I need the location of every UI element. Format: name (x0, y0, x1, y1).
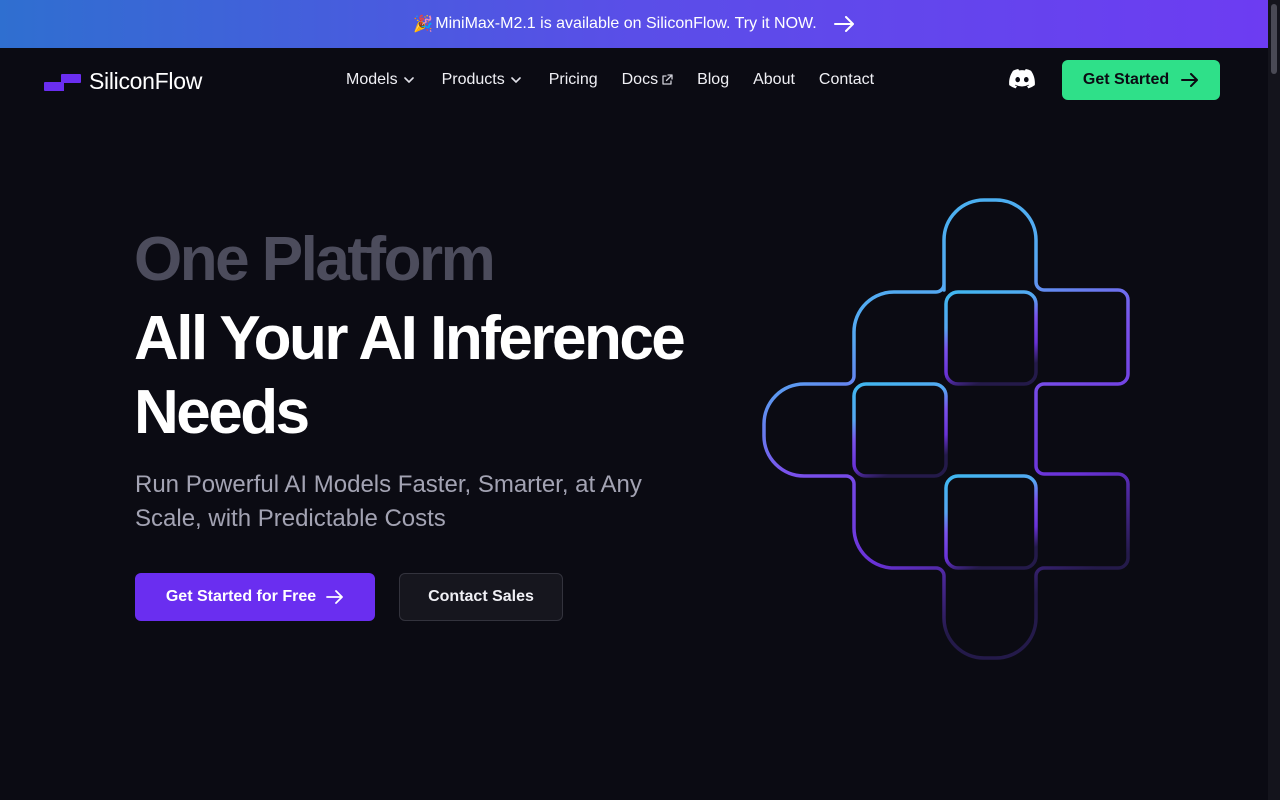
nav-item-docs[interactable]: Docs (622, 71, 673, 89)
grid-cell (852, 382, 948, 478)
main-menu: Models Products Pricing Docs Blog About … (346, 68, 874, 92)
nav-item-blog[interactable]: Blog (697, 71, 729, 89)
nav-item-contact[interactable]: Contact (819, 71, 874, 89)
nav-item-label: Docs (621, 71, 659, 88)
page-scrollbar[interactable] (1268, 0, 1280, 800)
grid-cell (944, 290, 1038, 386)
hero-subtitle: Run Powerful AI Models Faster, Smarter, … (135, 471, 642, 532)
chevron-down-icon (403, 77, 414, 83)
get-started-label: Get Started (1082, 71, 1170, 88)
arrow-right-icon (326, 590, 344, 604)
scrollbar-thumb[interactable] (1271, 4, 1277, 74)
get-started-free-label: Get Started for Free (165, 588, 317, 605)
hero-heading: All Your AI Inference Needs (134, 304, 686, 447)
contact-sales-button[interactable]: Contact Sales (399, 573, 563, 621)
nav-item-models[interactable]: Models (346, 71, 414, 89)
nav-item-about[interactable]: About (753, 71, 795, 89)
nav-item-label: Contact (818, 71, 875, 88)
nav-item-label: About (753, 71, 795, 88)
brand-logo[interactable]: SiliconFlow (44, 68, 202, 95)
nav-item-label: Blog (697, 71, 730, 88)
get-started-free-button[interactable]: Get Started for Free (135, 573, 375, 621)
announcement-text: MiniMax-M2.1 is available on SiliconFlow… (435, 15, 817, 32)
nav-item-label: Pricing (548, 71, 598, 88)
hero-heading-muted: One Platform (134, 225, 496, 294)
party-popper-icon: 🎉 (413, 16, 434, 33)
hero-grid-graphic (762, 198, 1130, 660)
nav-item-pricing[interactable]: Pricing (549, 71, 598, 89)
grid-cell (944, 474, 1038, 570)
discord-icon[interactable] (1009, 68, 1035, 90)
external-link-icon (662, 74, 673, 85)
nav-item-products[interactable]: Products (442, 71, 521, 89)
contact-sales-label: Contact Sales (428, 588, 534, 605)
nav-item-label: Models (346, 71, 398, 88)
siliconflow-logo-icon (44, 73, 81, 91)
nav-item-label: Products (441, 71, 505, 88)
get-started-button[interactable]: Get Started (1062, 60, 1220, 100)
chevron-down-icon (510, 77, 521, 83)
announcement-banner[interactable]: 🎉 MiniMax-M2.1 is available on SiliconFl… (0, 0, 1268, 48)
arrow-right-icon (1181, 73, 1199, 87)
arrow-right-icon (833, 16, 855, 32)
brand-name: SiliconFlow (89, 68, 203, 94)
